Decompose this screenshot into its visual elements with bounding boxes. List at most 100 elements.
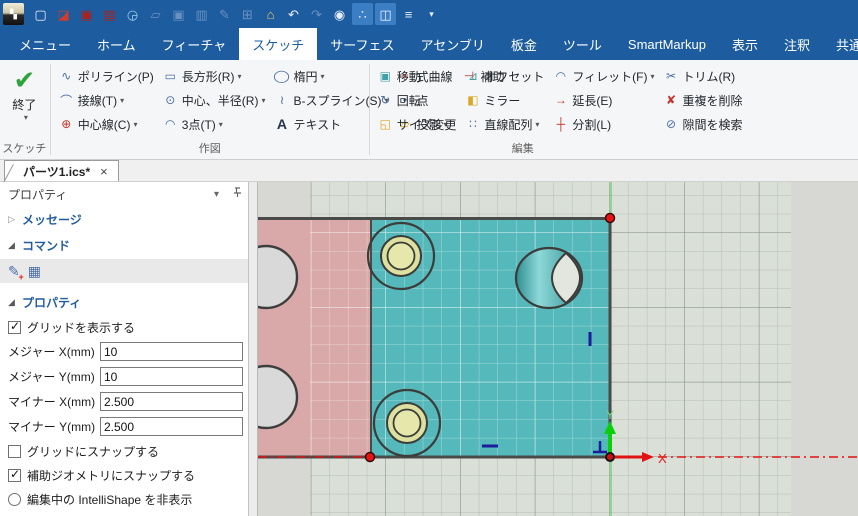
sketch-point-bottom-left[interactable] <box>366 453 375 462</box>
save-as-icon[interactable]: ▥ <box>191 3 212 25</box>
tab-feature[interactable]: フィーチャ <box>149 28 240 60</box>
linear-array-icon: ∷ <box>464 117 481 131</box>
properties-panel: プロパティ ▾ ▷ メッセージ ◢ コマンド ✎+ ▦ ◢ プロパテ <box>0 182 248 516</box>
command-icon-bar: ✎+ ▦ <box>0 259 248 283</box>
web-icon[interactable]: ◉ <box>329 3 350 25</box>
move-button[interactable]: ▣移動 <box>373 64 461 88</box>
major-x-row: メジャー X(mm) <box>0 339 248 364</box>
tab-tools[interactable]: ツール <box>550 28 615 60</box>
save-icon[interactable]: ▣ <box>168 3 189 25</box>
fillet-icon: ◠ <box>552 69 569 83</box>
panel-dropdown-icon[interactable]: ▾ <box>214 189 219 200</box>
mirror-icon: ◧ <box>464 93 481 107</box>
undo-icon[interactable]: ↶ <box>283 3 304 25</box>
link-icon[interactable]: ✎ <box>214 3 235 25</box>
tab-sketch[interactable]: スケッチ <box>239 28 317 60</box>
minor-y-input[interactable] <box>100 417 243 436</box>
tab-menu[interactable]: メニュー <box>6 28 84 60</box>
search-document-icon[interactable]: ◶ <box>122 3 143 25</box>
ribbon-separator <box>50 64 51 155</box>
y-axis-label: Y <box>606 408 614 422</box>
remove-duplicates-button[interactable]: ✘重複を削除 <box>659 88 747 112</box>
list-view-icon[interactable]: ≡ <box>398 3 419 25</box>
tangent-icon: ⌒ <box>58 92 75 109</box>
tab-home[interactable]: ホーム <box>84 28 149 60</box>
section-command[interactable]: ◢ コマンド <box>0 232 248 258</box>
snap-grid-checkbox[interactable] <box>8 445 21 458</box>
dropdown-arrow-icon: ▾ <box>120 96 124 105</box>
center-radius-icon: ⊙ <box>162 93 179 107</box>
dropdown-arrow-icon: ▾ <box>320 72 324 81</box>
mirror-button[interactable]: ◧ミラー <box>460 88 548 112</box>
import-icon[interactable]: ▣ <box>76 3 97 25</box>
tab-surface[interactable]: サーフェス <box>317 28 407 60</box>
close-icon[interactable]: × <box>100 164 108 179</box>
split-button[interactable]: ┼分割(L) <box>548 112 658 136</box>
finish-sketch-check-icon[interactable]: ✔ <box>14 67 36 93</box>
pin-icon[interactable] <box>233 187 242 201</box>
dropdown-arrow-icon: ▾ <box>133 120 137 129</box>
fillet-button[interactable]: ◠フィレット(F)▾ <box>548 64 658 88</box>
window-panel-icon[interactable]: ◫ <box>375 3 396 25</box>
sketch-point-top-right[interactable] <box>606 214 615 223</box>
remove-duplicates-icon: ✘ <box>663 93 680 107</box>
edit-grid-command-icon[interactable]: ✎+ <box>8 263 20 280</box>
toolbar-options-icon[interactable]: ▾ <box>421 3 442 25</box>
trim-button[interactable]: ✂トリム(R) <box>659 64 747 88</box>
center-radius-circle-button[interactable]: ⊙中心、半径(R)▾ <box>158 88 270 112</box>
tab-assembly[interactable]: アセンブリ <box>408 28 498 60</box>
three-point-arc-button[interactable]: ◠3点(T)▾ <box>158 112 270 136</box>
rectangle-button[interactable]: ▭長方形(R)▾ <box>158 64 270 88</box>
minor-x-input[interactable] <box>100 392 243 411</box>
show-grid-checkbox[interactable] <box>8 321 21 334</box>
centerline-button[interactable]: ⊕中心線(C)▾ <box>54 112 158 136</box>
dropdown-arrow-icon[interactable]: ▾ <box>24 113 28 122</box>
tab-smartmarkup[interactable]: SmartMarkup <box>615 28 719 60</box>
rotate-icon: ↻ <box>377 93 394 107</box>
cylinder-hole-right[interactable] <box>516 248 582 308</box>
grid-table-command-icon[interactable]: ▦ <box>28 263 41 280</box>
scene-browser-icon[interactable]: ∴ <box>352 3 373 25</box>
redo-icon[interactable]: ↷ <box>306 3 327 25</box>
major-y-input[interactable] <box>100 367 243 386</box>
section-messages[interactable]: ▷ メッセージ <box>0 206 248 232</box>
open-folder-icon[interactable]: ▱ <box>145 3 166 25</box>
export-icon[interactable]: ▤ <box>99 3 120 25</box>
resize-button[interactable]: ◱サイズ変更 <box>373 112 461 136</box>
offset-button[interactable]: ⊿オフセット <box>460 64 548 88</box>
open-catalog-icon[interactable]: ◪ <box>53 3 74 25</box>
panel-splitter[interactable] <box>248 182 258 516</box>
group-label-sketch: スケッチ <box>2 139 46 159</box>
section-properties[interactable]: ◢ プロパティ <box>0 289 248 315</box>
polyline-button[interactable]: ∿ポリライン(P) <box>54 64 158 88</box>
tab-view[interactable]: 表示 <box>719 28 771 60</box>
extend-button[interactable]: →延長(E) <box>548 88 658 112</box>
tab-annotation[interactable]: 注釈 <box>771 28 823 60</box>
new-document-icon[interactable]: ▢ <box>30 3 51 25</box>
home-icon[interactable]: ⌂ <box>260 3 281 25</box>
extend-icon: → <box>552 93 569 107</box>
move-icon: ▣ <box>377 69 394 83</box>
rotate-button[interactable]: ↻回転 <box>373 88 461 112</box>
centerline-icon: ⊕ <box>58 117 75 131</box>
ribbon: ✔ 終了 ▾ スケッチ ∿ポリライン(P) ⌒接線(T)▾ ⊕中心線(C)▾ ▭… <box>0 60 858 160</box>
sketch-canvas[interactable]: X Y <box>258 182 858 516</box>
tab-common[interactable]: 共通 <box>823 28 858 60</box>
finish-sketch-button[interactable]: 終了 <box>12 96 36 113</box>
find-gaps-button[interactable]: ⊘隙間を検索 <box>659 112 747 136</box>
expanded-arrow-icon: ◢ <box>8 240 22 251</box>
hide-intellishape-radio[interactable] <box>8 493 21 506</box>
origin-point[interactable] <box>606 453 614 461</box>
tab-sheetmetal[interactable]: 板金 <box>498 28 550 60</box>
insert-part-icon[interactable]: ⊞ <box>237 3 258 25</box>
tangent-button[interactable]: ⌒接線(T)▾ <box>54 88 158 112</box>
bspline-icon: ≀ <box>273 93 290 107</box>
minor-y-row: マイナー Y(mm) <box>0 414 248 439</box>
app-logo-icon[interactable]: ▚ <box>3 3 24 25</box>
major-x-input[interactable] <box>100 342 243 361</box>
snap-aux-checkbox[interactable] <box>8 469 21 482</box>
document-tab-parts1[interactable]: パーツ1.ics* × <box>4 160 119 181</box>
trim-icon: ✂ <box>663 69 680 83</box>
three-point-arc-icon: ◠ <box>162 117 179 131</box>
linear-array-button[interactable]: ∷直線配列▾ <box>460 112 548 136</box>
